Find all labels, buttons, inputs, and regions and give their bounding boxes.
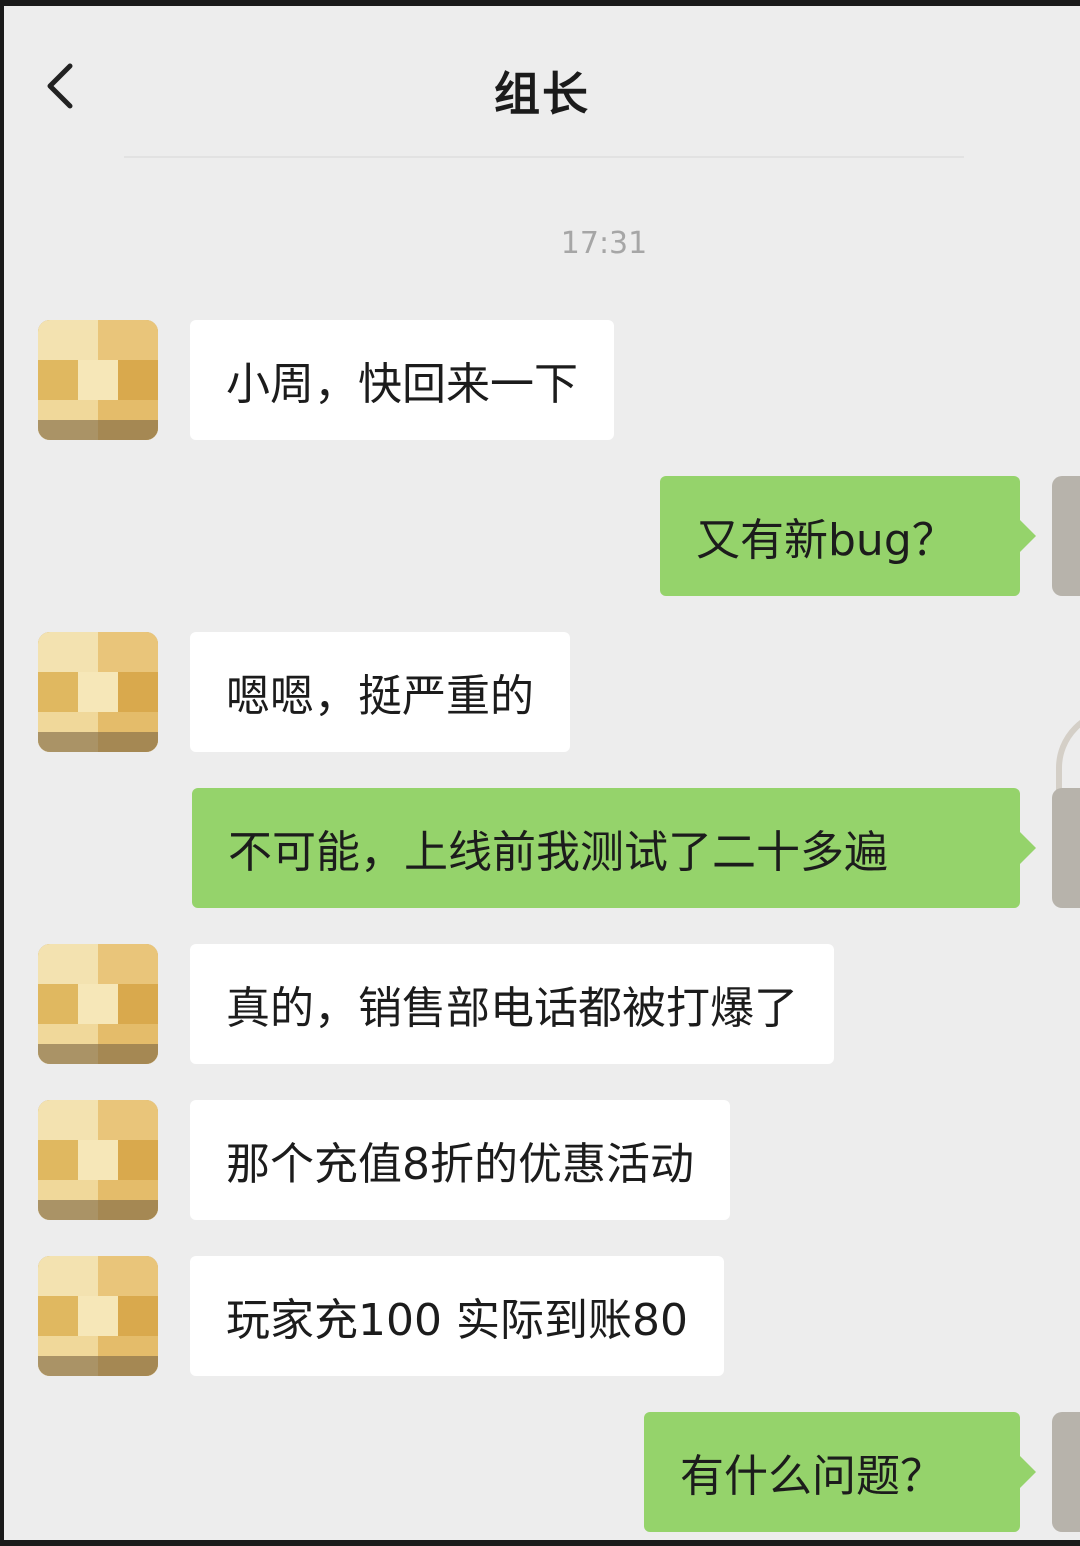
avatar-image — [38, 1100, 158, 1220]
message-timestamp: 17:31 — [560, 226, 648, 261]
contact-avatar[interactable] — [38, 1256, 158, 1376]
message-bubble-incoming[interactable]: 真的，销售部电话都被打爆了 — [190, 944, 834, 1064]
self-avatar[interactable] — [1052, 1412, 1080, 1532]
chat-header: 组长 — [4, 6, 1080, 156]
message-bubble-incoming[interactable]: 嗯嗯，挺严重的 — [190, 632, 570, 752]
contact-avatar[interactable] — [38, 320, 158, 440]
avatar-image — [38, 944, 158, 1064]
self-avatar[interactable] — [1052, 476, 1080, 596]
message-bubble-outgoing[interactable]: 有什么问题？ — [644, 1412, 1036, 1532]
message-bubble-outgoing[interactable]: 又有新bug？ — [660, 476, 1036, 596]
chat-screen: 组长 17:31 小周，快回来一下 又有新bug？ 嗯嗯，挺严重的 不可能，上线… — [4, 6, 1080, 1540]
chat-title: 组长 — [494, 67, 590, 121]
message-bubble-incoming[interactable]: 那个充值8折的优惠活动 — [190, 1100, 730, 1220]
message-bubble-incoming[interactable]: 玩家充100 实际到账80 — [190, 1256, 724, 1376]
avatar-image — [38, 632, 158, 752]
self-avatar[interactable] — [1052, 788, 1080, 908]
contact-avatar[interactable] — [38, 1100, 158, 1220]
avatar-image — [38, 1256, 158, 1376]
avatar-image — [38, 320, 158, 440]
header-divider — [124, 156, 964, 158]
contact-avatar[interactable] — [38, 632, 158, 752]
message-bubble-incoming[interactable]: 小周，快回来一下 — [190, 320, 614, 440]
contact-avatar[interactable] — [38, 944, 158, 1064]
message-bubble-outgoing[interactable]: 不可能，上线前我测试了二十多遍 — [192, 788, 1036, 908]
